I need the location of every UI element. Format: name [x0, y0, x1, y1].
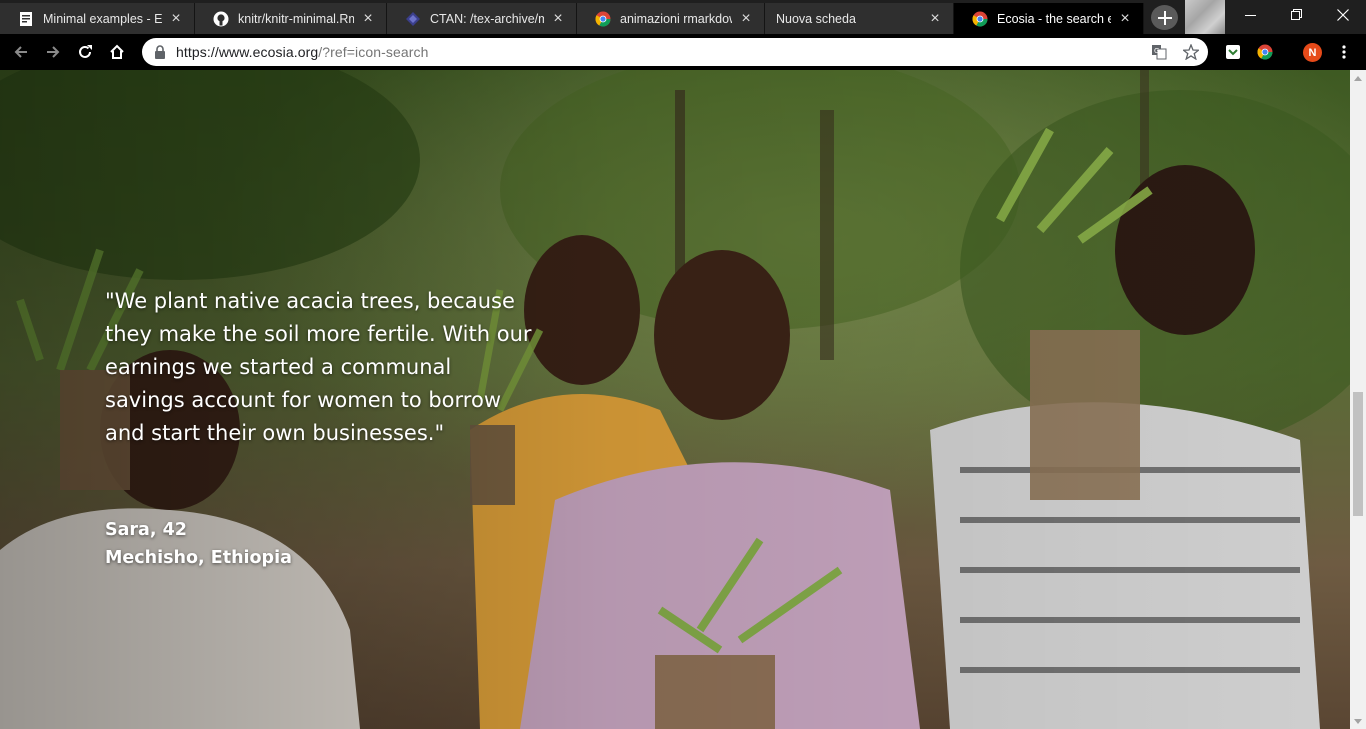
tab-title: CTAN: /tex-archive/mac — [430, 11, 544, 26]
minimize-icon — [1245, 15, 1256, 16]
back-button[interactable] — [8, 39, 34, 65]
pocket-icon — [1226, 45, 1240, 59]
restore-button[interactable] — [1274, 0, 1320, 30]
url-host: https://www.ecosia.org — [176, 44, 319, 60]
extension-button[interactable] — [1224, 43, 1242, 61]
lock-icon — [155, 45, 165, 59]
translate-icon: G — [1152, 45, 1167, 60]
page-scrollbar[interactable] — [1350, 70, 1366, 729]
close-icon[interactable]: × — [738, 10, 754, 27]
extension-button[interactable] — [1256, 43, 1274, 61]
close-icon[interactable]: × — [550, 10, 566, 27]
tab-strip: Minimal examples - Exa × knitr/knitr-min… — [0, 0, 1366, 34]
tab-title: Ecosia - the search eng — [997, 11, 1111, 26]
chevron-down-icon — [1354, 718, 1362, 724]
chevron-up-icon — [1354, 75, 1362, 81]
menu-button[interactable] — [1335, 43, 1353, 61]
minimize-button[interactable] — [1228, 0, 1274, 30]
tab-knitr-minimal[interactable]: knitr/knitr-minimal.Rmd × — [195, 3, 387, 34]
home-icon — [110, 44, 124, 59]
tab-animazioni-rmarkdown[interactable]: animazioni rmarkdown × — [577, 3, 765, 34]
arrow-left-icon — [14, 46, 27, 58]
document-icon — [18, 11, 34, 27]
author-location: Mechisho, Ethiopia — [105, 548, 292, 568]
tab-ecosia[interactable]: Ecosia - the search eng × — [954, 3, 1144, 34]
tab-nuova-scheda[interactable]: Nuova scheda × — [765, 3, 954, 34]
star-icon — [1183, 44, 1199, 60]
page-viewport: "We plant native acacia trees, because t… — [0, 70, 1350, 729]
reload-icon — [79, 45, 92, 58]
close-icon[interactable]: × — [927, 10, 943, 27]
forward-button[interactable] — [40, 39, 66, 65]
bookmark-button[interactable] — [1178, 38, 1204, 66]
new-tab-button[interactable] — [1151, 5, 1178, 30]
svg-text:G: G — [1154, 47, 1159, 55]
close-icon[interactable]: × — [168, 10, 184, 27]
kebab-menu-icon — [1342, 45, 1346, 59]
testimonial-author: Sara, 42 Mechisho, Ethiopia — [105, 516, 292, 572]
arrow-right-icon — [47, 46, 60, 58]
close-icon — [1337, 9, 1349, 21]
tab-title: Minimal examples - Exa — [43, 11, 162, 26]
url-text: https://www.ecosia.org/?ref=icon-search — [176, 44, 429, 60]
ctan-icon — [405, 11, 421, 27]
tab-title: Nuova scheda — [776, 11, 856, 26]
close-icon[interactable]: × — [1117, 10, 1133, 27]
theme-decoration — [1185, 0, 1225, 34]
address-bar[interactable]: https://www.ecosia.org/?ref=icon-search … — [142, 38, 1208, 66]
plus-icon — [1157, 10, 1172, 25]
scrollbar-thumb[interactable] — [1353, 392, 1363, 516]
tab-title: animazioni rmarkdown — [620, 11, 732, 26]
tab-ctan[interactable]: CTAN: /tex-archive/mac × — [387, 3, 577, 34]
restore-icon — [1291, 9, 1302, 20]
url-path: /?ref=icon-search — [318, 44, 429, 60]
github-icon — [213, 11, 229, 27]
author-name: Sara, 42 — [105, 520, 187, 540]
close-icon[interactable]: × — [360, 10, 376, 27]
translate-button[interactable]: G — [1146, 38, 1172, 66]
reload-button[interactable] — [72, 39, 98, 65]
chrome-icon — [972, 11, 988, 27]
testimonial-quote: "We plant native acacia trees, because t… — [105, 289, 532, 445]
profile-avatar[interactable]: N — [1303, 43, 1322, 62]
home-button[interactable] — [104, 39, 130, 65]
chrome-icon — [1257, 44, 1273, 60]
chrome-icon — [595, 11, 611, 27]
tab-minimal-examples[interactable]: Minimal examples - Exa × — [0, 3, 195, 34]
scroll-up-arrow[interactable] — [1350, 70, 1366, 86]
tab-title: knitr/knitr-minimal.Rmd — [238, 11, 354, 26]
close-window-button[interactable] — [1320, 0, 1366, 30]
scroll-down-arrow[interactable] — [1350, 713, 1366, 729]
